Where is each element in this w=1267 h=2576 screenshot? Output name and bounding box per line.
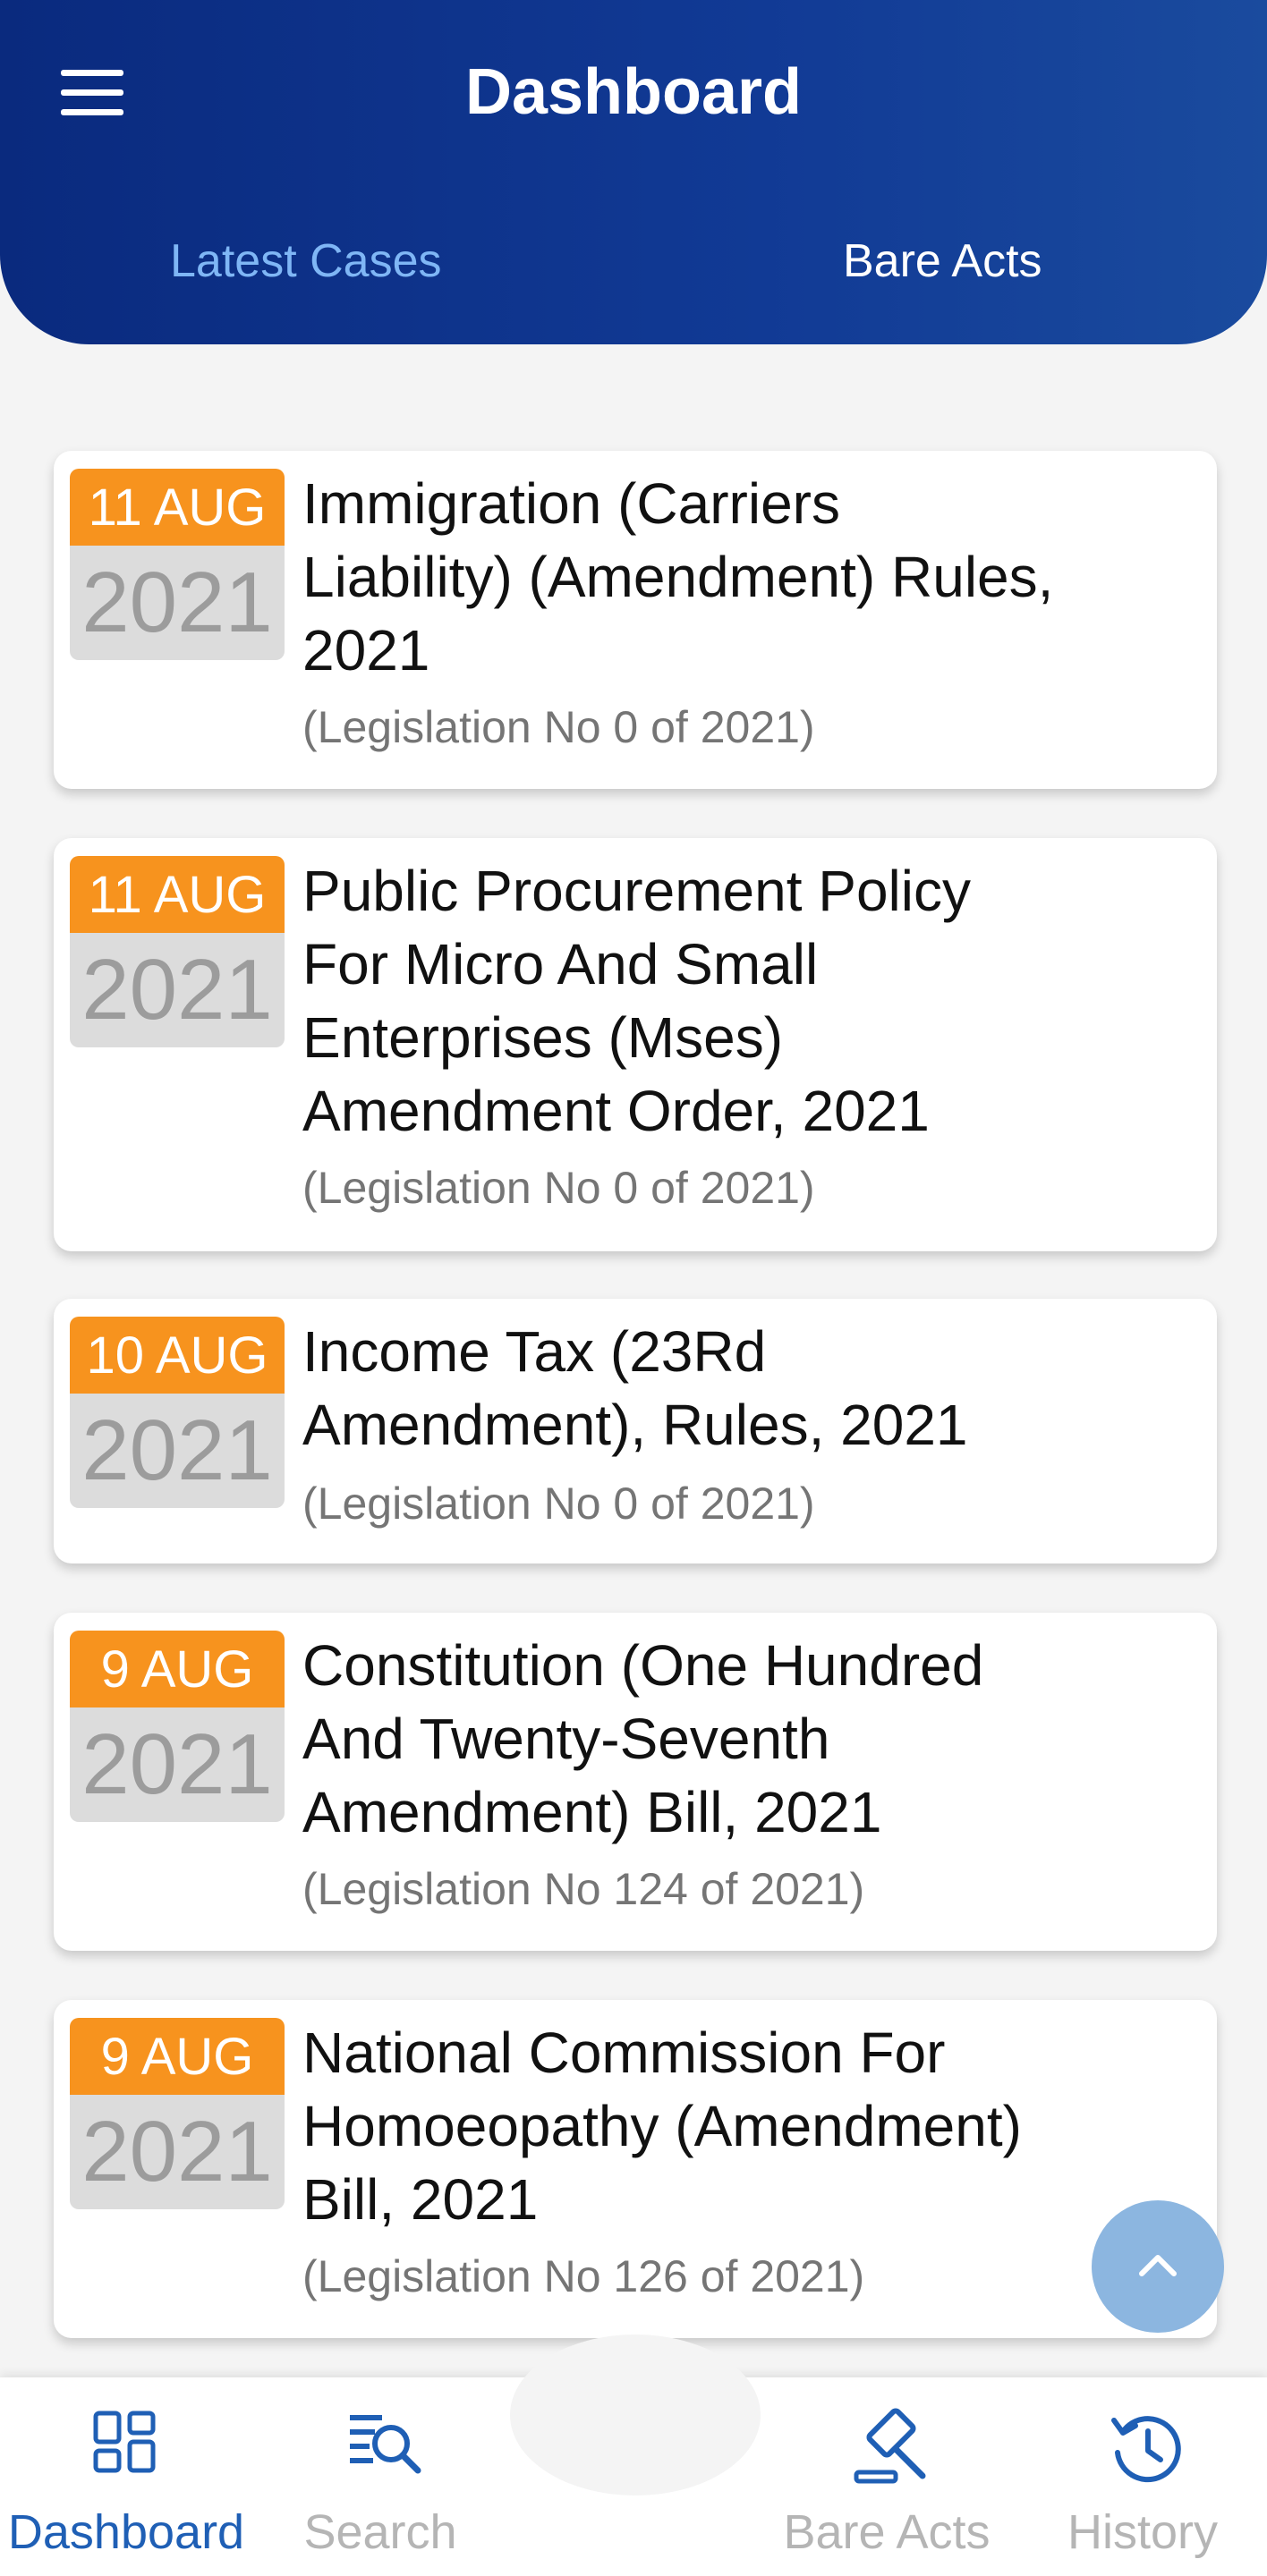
date-badge: 10 AUG 2021 (70, 1317, 285, 1508)
scroll-to-top-button[interactable] (1092, 2200, 1224, 2333)
nav-label: Bare Acts (783, 2505, 991, 2559)
case-title-line: And Twenty-Seventh (302, 1707, 830, 1771)
date-day: 11 AUG (70, 856, 285, 933)
case-title: Public Procurement Policy For Micro And … (302, 854, 1197, 1148)
date-day: 11 AUG (70, 469, 285, 546)
case-title-line: 2021 (302, 618, 430, 682)
case-card[interactable]: 9 AUG 2021 National Commission For Homoe… (54, 2000, 1217, 2338)
nav-label: Dashboard (7, 2505, 245, 2559)
case-title: Income Tax (23Rd Amendment), Rules, 2021 (302, 1315, 1197, 1462)
page-title: Dashboard (464, 56, 803, 128)
tab-latest-cases[interactable]: Latest Cases (170, 234, 442, 288)
date-year: 2021 (70, 546, 285, 660)
case-subtitle: (Legislation No 0 of 2021) (302, 1163, 815, 1213)
case-title: National Commission For Homoeopathy (Ame… (302, 2016, 1197, 2236)
case-subtitle: (Legislation No 124 of 2021) (302, 1864, 865, 1914)
case-card[interactable]: 11 AUG 2021 Immigration (Carriers Liabil… (54, 451, 1217, 789)
case-title-line: Income Tax (23Rd (302, 1319, 767, 1384)
case-title-line: Liability) (Amendment) Rules, (302, 545, 1054, 609)
case-title-line: Enterprises (Mses) (302, 1005, 783, 1070)
case-title-line: Bill, 2021 (302, 2167, 539, 2232)
case-title: Constitution (One Hundred And Twenty-Sev… (302, 1629, 1197, 1849)
nav-dashboard[interactable]: Dashboard (5, 2377, 247, 2576)
nav-bare-acts[interactable]: Bare Acts (766, 2377, 1008, 2576)
date-badge: 9 AUG 2021 (70, 1631, 285, 1822)
gavel-icon (854, 2408, 926, 2484)
date-year: 2021 (70, 2095, 285, 2209)
case-title-line: Constitution (One Hundred (302, 1633, 984, 1698)
date-badge: 11 AUG 2021 (70, 856, 285, 1047)
history-icon (1111, 2416, 1181, 2483)
chevron-up-icon (1139, 2255, 1177, 2276)
case-title-line: Immigration (Carriers (302, 471, 840, 536)
app-header: Dashboard Latest Cases Bare Acts (0, 0, 1267, 344)
case-title-line: Amendment) Bill, 2021 (302, 1780, 882, 1844)
case-card[interactable]: 10 AUG 2021 Income Tax (23Rd Amendment),… (54, 1299, 1217, 1563)
date-day: 9 AUG (70, 2018, 285, 2095)
nav-history[interactable]: History (1022, 2377, 1263, 2576)
dashboard-icon (93, 2411, 156, 2473)
tab-bare-acts[interactable]: Bare Acts (843, 234, 1042, 288)
date-day: 9 AUG (70, 1631, 285, 1707)
date-day: 10 AUG (70, 1317, 285, 1394)
nav-center-notch (510, 2334, 761, 2496)
date-badge: 11 AUG 2021 (70, 469, 285, 660)
date-year: 2021 (70, 1394, 285, 1508)
search-icon (350, 2415, 421, 2474)
case-title-line: Homoeopathy (Amendment) (302, 2094, 1022, 2158)
case-subtitle: (Legislation No 0 of 2021) (302, 702, 815, 752)
case-title-line: National Commission For (302, 2021, 946, 2085)
case-title-line: For Micro And Small (302, 932, 819, 996)
case-subtitle: (Legislation No 126 of 2021) (302, 2251, 865, 2301)
date-year: 2021 (70, 1707, 285, 1822)
case-subtitle: (Legislation No 0 of 2021) (302, 1479, 815, 1529)
case-title: Immigration (Carriers Liability) (Amendm… (302, 467, 1197, 687)
date-badge: 9 AUG 2021 (70, 2018, 285, 2209)
case-card[interactable]: 11 AUG 2021 Public Procurement Policy Fo… (54, 838, 1217, 1251)
date-year: 2021 (70, 933, 285, 1047)
case-title-line: Amendment Order, 2021 (302, 1079, 930, 1143)
nav-search[interactable]: Search (259, 2377, 501, 2576)
case-title-line: Public Procurement Policy (302, 859, 971, 923)
case-title-line: Amendment), Rules, 2021 (302, 1393, 968, 1457)
case-card[interactable]: 9 AUG 2021 Constitution (One Hundred And… (54, 1613, 1217, 1951)
nav-label: Search (303, 2505, 457, 2559)
nav-label: History (1067, 2505, 1218, 2559)
